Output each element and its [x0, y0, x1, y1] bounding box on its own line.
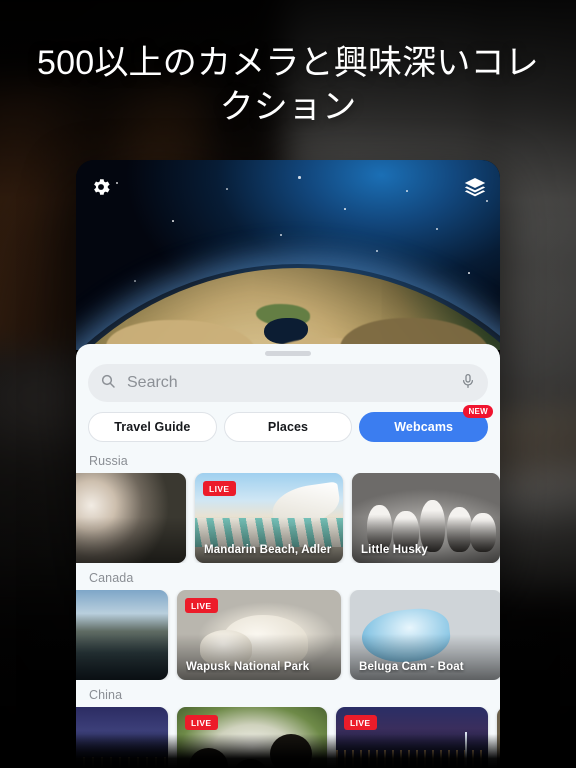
layers-icon	[463, 175, 487, 204]
tab-webcams[interactable]: Webcams NEW	[359, 405, 494, 442]
card-scrim	[497, 751, 500, 768]
section-title: Canada	[89, 571, 134, 585]
star	[298, 176, 301, 179]
star	[172, 220, 174, 222]
live-badge: LIVE	[344, 715, 377, 730]
settings-button[interactable]	[86, 174, 116, 204]
star	[116, 182, 118, 184]
section-canada: Canada LIVE Wapusk National Park Beluga …	[76, 565, 500, 680]
section-china: China LIVE LIVE	[76, 682, 500, 768]
search-bar[interactable]	[88, 364, 488, 402]
section-russia: Russia ens LIVE Mandarin Be	[76, 448, 500, 563]
card-scrim	[350, 634, 500, 680]
tab-travel-guide[interactable]: Travel Guide	[88, 412, 217, 442]
new-badge: NEW	[463, 405, 494, 418]
card-caption: ens	[76, 544, 178, 556]
tab-label: Webcams	[394, 420, 454, 434]
tab-places[interactable]: Places	[223, 412, 353, 442]
card-row[interactable]: LIVE Wapusk National Park Beluga Cam - B…	[76, 590, 500, 680]
star	[226, 188, 228, 190]
tab-label: Places	[267, 420, 309, 434]
live-badge: LIVE	[185, 598, 218, 613]
star	[134, 280, 136, 282]
webcam-card[interactable]	[76, 707, 168, 768]
card-caption: Mandarin Beach, Adler	[204, 544, 332, 556]
card-row[interactable]: ens LIVE Mandarin Beach, Adler	[76, 473, 500, 563]
category-tabs: Travel Guide Places Webcams NEW	[88, 405, 494, 442]
webcam-card[interactable]: LIVE Mandarin Beach, Adler	[195, 473, 343, 563]
card-scrim	[177, 634, 341, 680]
page-title: 500以上のカメラと興味深いコレクション	[37, 44, 539, 126]
webcam-card[interactable]: Little Husky	[352, 473, 500, 563]
star	[468, 272, 470, 274]
search-icon	[100, 373, 116, 394]
card-caption: Wapusk National Park	[186, 661, 310, 673]
globe-sphere	[76, 268, 500, 350]
live-badge: LIVE	[203, 481, 236, 496]
search-input[interactable]	[125, 373, 460, 393]
star	[376, 250, 378, 252]
card-scrim	[352, 517, 500, 563]
star	[344, 208, 346, 210]
star	[436, 228, 438, 230]
card-scrim	[76, 634, 168, 680]
app-screenshot-panel: Travel Guide Places Webcams NEW Russia e…	[76, 160, 500, 768]
webcam-sections-list[interactable]: Russia ens LIVE Mandarin Be	[76, 448, 500, 768]
microphone-icon[interactable]	[460, 372, 476, 395]
map-layers-button[interactable]	[460, 174, 490, 204]
section-title: China	[89, 688, 123, 702]
webcam-card[interactable]: ens	[76, 473, 186, 563]
globe-map-view[interactable]	[76, 160, 500, 350]
section-title: Russia	[89, 454, 128, 468]
webcam-card[interactable]	[76, 590, 168, 680]
bottom-sheet: Travel Guide Places Webcams NEW Russia e…	[76, 344, 500, 768]
card-scrim	[76, 751, 168, 768]
star	[406, 190, 408, 192]
card-caption: Little Husky	[361, 544, 428, 556]
webcam-card[interactable]: Beluga Cam - Boat	[350, 590, 500, 680]
star	[280, 234, 282, 236]
card-scrim	[76, 517, 186, 563]
gear-icon	[90, 176, 112, 203]
webcam-card[interactable]: LIVE Wapusk National Park	[177, 590, 341, 680]
card-row[interactable]: LIVE LIVE L	[76, 707, 500, 768]
card-caption: Beluga Cam - Boat	[359, 661, 464, 673]
webcam-card[interactable]: LIVE	[336, 707, 488, 768]
card-scrim	[177, 751, 327, 768]
webcam-card[interactable]: LIVE	[177, 707, 327, 768]
sheet-drag-handle[interactable]	[265, 351, 311, 356]
webcam-card[interactable]: LIVE	[497, 707, 500, 768]
tab-label: Travel Guide	[114, 420, 191, 434]
live-badge: LIVE	[185, 715, 218, 730]
card-scrim	[195, 517, 343, 563]
